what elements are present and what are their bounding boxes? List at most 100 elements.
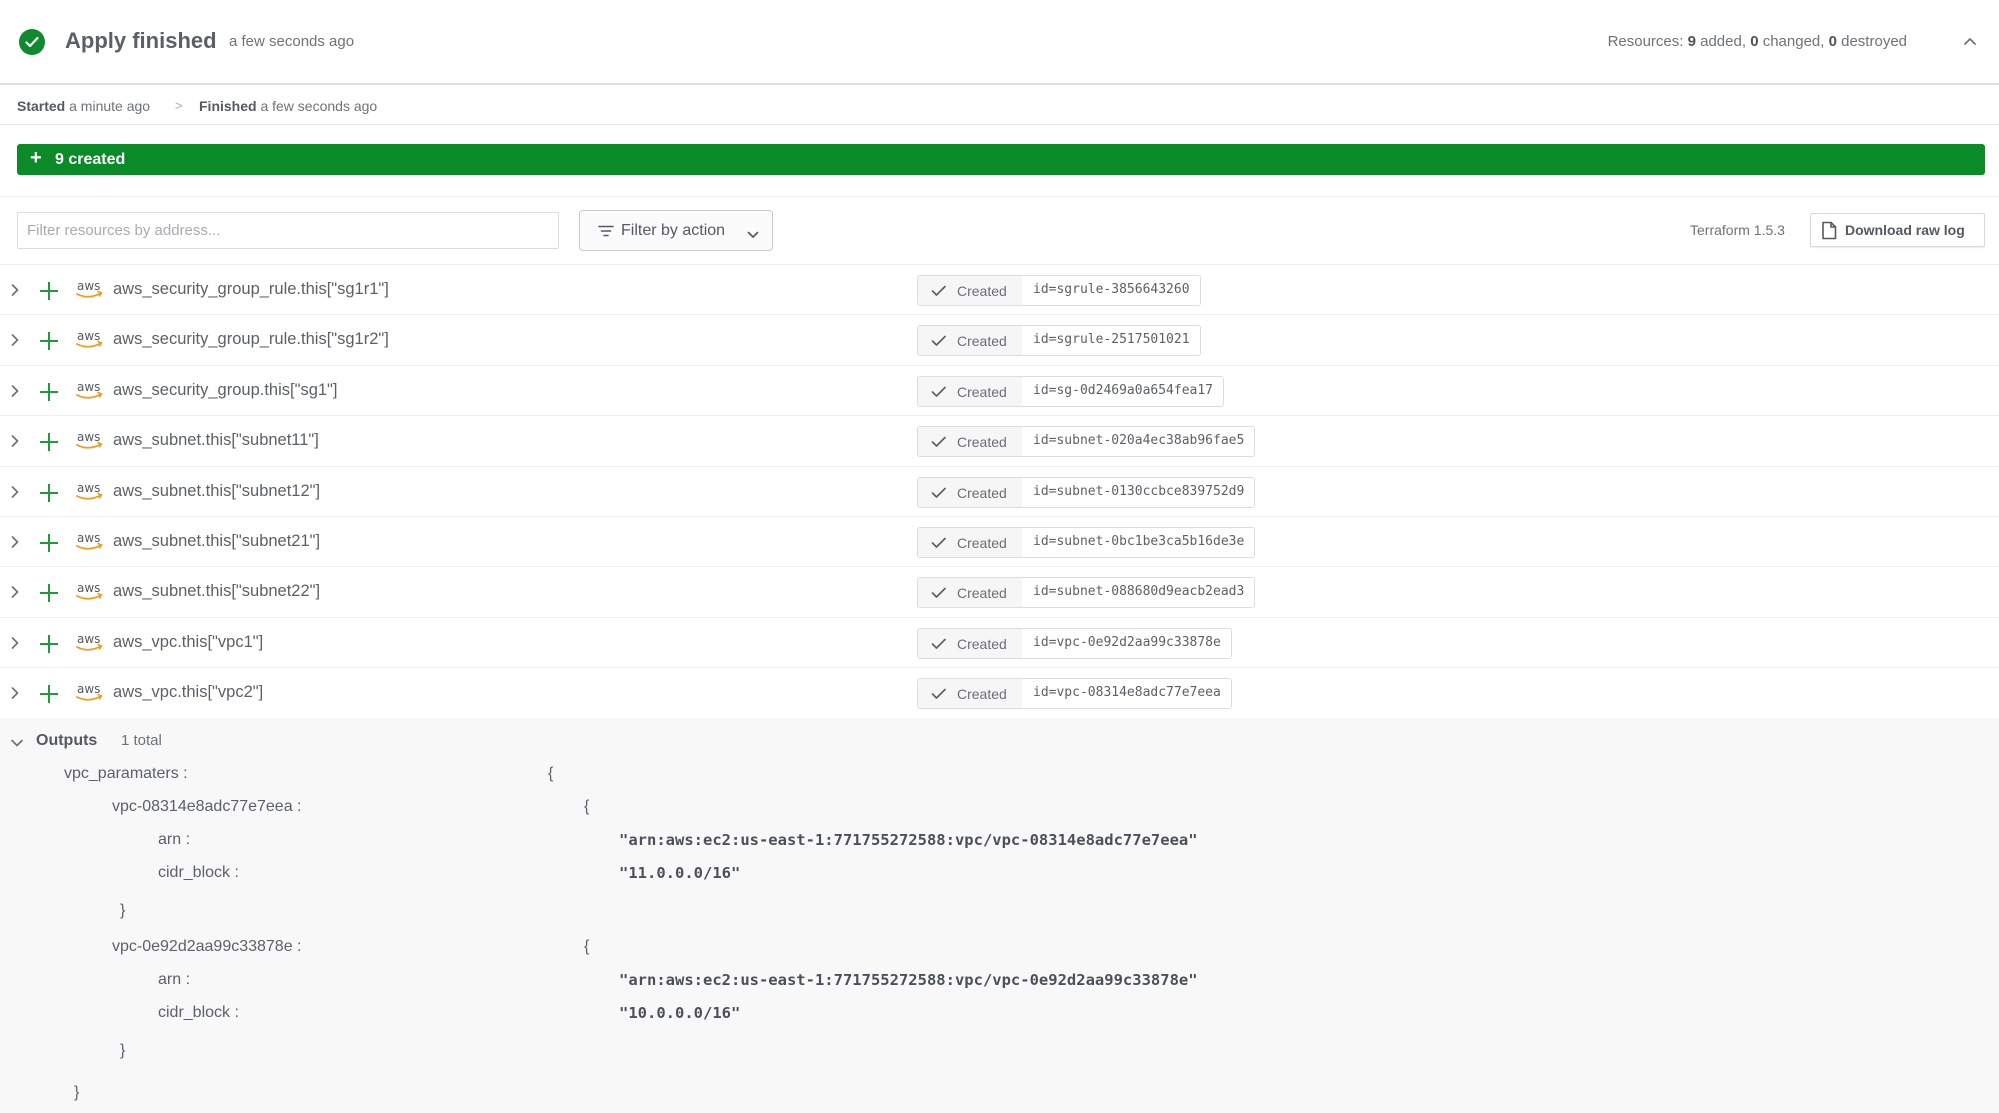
status-created: Created <box>918 376 1022 406</box>
created-summary-bar[interactable]: + 9 created <box>17 144 1985 175</box>
svg-text:aws: aws <box>77 682 100 696</box>
resource-id: id=subnet-0bc1be3ca5b16de3e <box>1022 527 1255 557</box>
finished-label: Finished <box>199 98 257 114</box>
svg-text:aws: aws <box>77 632 100 646</box>
aws-logo-icon: aws <box>75 530 105 554</box>
status-label: Created <box>957 585 1007 602</box>
resource-id: id=subnet-088680d9eacb2ead3 <box>1022 578 1255 608</box>
expand-chevron-right-icon[interactable] <box>10 333 24 347</box>
created-summary-label: 9 created <box>55 151 126 168</box>
status-label: Created <box>957 283 1007 299</box>
resource-row[interactable]: aws aws_subnet.this["subnet11"] Created id=… <box>0 416 1999 467</box>
expand-chevron-right-icon[interactable] <box>10 384 24 398</box>
output-arn-value: "arn:aws:ec2:us-east-1:771755272588:vpc/… <box>619 971 1198 989</box>
resource-address[interactable]: aws_security_group.this["sg1"] <box>113 381 338 400</box>
filter-icon <box>598 224 614 242</box>
aws-logo-icon: aws <box>75 429 105 453</box>
resource-status-badge: Created id=subnet-0bc1be3ca5b16de3e <box>917 526 1256 558</box>
expand-chevron-right-icon[interactable] <box>10 636 24 650</box>
resource-address[interactable]: aws_vpc.this["vpc2"] <box>113 683 263 702</box>
aws-logo-icon: aws <box>75 631 105 655</box>
output-entry-key: vpc-08314e8adc77e7eea : <box>112 798 302 815</box>
status-label: Created <box>957 434 1007 451</box>
output-arn-key: arn : <box>158 831 191 848</box>
create-plus-icon <box>39 533 59 558</box>
status-created: Created <box>918 527 1022 557</box>
svg-text:aws: aws <box>77 380 100 394</box>
run-status-time: a few seconds ago <box>229 33 355 50</box>
output-arn-value: "arn:aws:ec2:us-east-1:771755272588:vpc/… <box>619 831 1198 849</box>
svg-text:aws: aws <box>77 531 100 545</box>
create-plus-icon <box>39 281 59 306</box>
expand-chevron-right-icon[interactable] <box>10 535 24 549</box>
resources-prefix: Resources: <box>1607 33 1684 50</box>
resource-address[interactable]: aws_subnet.this["subnet22"] <box>113 582 320 601</box>
create-plus-icon <box>39 684 59 709</box>
started-label: Started <box>17 98 66 114</box>
resource-status-badge: Created id=vpc-0e92d2aa99c33878e <box>917 627 1232 659</box>
output-root-key: vpc_paramaters : <box>64 765 188 782</box>
resource-address[interactable]: aws_security_group_rule.this["sg1r2"] <box>113 330 389 349</box>
outputs-collapse-chevron-down-icon[interactable] <box>10 735 24 753</box>
svg-text:aws: aws <box>77 329 100 343</box>
download-raw-log-button[interactable]: Download raw log <box>1810 213 1985 247</box>
resource-address[interactable]: aws_subnet.this["subnet12"] <box>113 482 320 501</box>
added-count: 9 <box>1687 33 1696 50</box>
resource-address[interactable]: aws_subnet.this["subnet11"] <box>113 431 319 450</box>
status-label: Created <box>957 484 1007 501</box>
run-timeline-breadcrumb: Started a minute ago > Finished a few se… <box>0 87 1999 125</box>
outputs-title[interactable]: Outputs <box>36 732 97 750</box>
resource-row[interactable]: aws aws_security_group.this["sg1"] Created… <box>0 366 1999 417</box>
svg-text:aws: aws <box>77 481 100 495</box>
create-plus-icon <box>39 483 59 508</box>
output-cidr-key: cidr_block : <box>158 864 239 881</box>
status-created: Created <box>918 326 1022 356</box>
svg-text:aws: aws <box>77 581 100 595</box>
resource-row[interactable]: aws aws_vpc.this["vpc2"] Created id=vpc-083… <box>0 668 1999 719</box>
filter-resources-input[interactable] <box>17 212 559 249</box>
filter-by-action-dropdown[interactable]: Filter by action <box>579 210 773 251</box>
status-created: Created <box>918 578 1022 608</box>
resource-id: id=subnet-0130ccbce839752d9 <box>1022 477 1255 507</box>
svg-text:aws: aws <box>77 430 100 444</box>
resource-address[interactable]: aws_vpc.this["vpc1"] <box>113 633 263 652</box>
expand-chevron-right-icon[interactable] <box>10 434 24 448</box>
collapse-chevron-up-icon[interactable] <box>1962 33 1980 49</box>
terraform-version: Terraform 1.5.3 <box>1690 222 1785 238</box>
changed-label: changed, <box>1762 33 1825 50</box>
aws-logo-icon: aws <box>75 379 105 403</box>
resource-row[interactable]: aws aws_vpc.this["vpc1"] Created id=vpc-0e9… <box>0 618 1999 669</box>
status-label: Created <box>957 383 1007 400</box>
create-plus-icon <box>39 331 59 356</box>
expand-chevron-right-icon[interactable] <box>10 686 24 700</box>
resource-status-badge: Created id=subnet-020a4ec38ab96fae5 <box>917 426 1256 458</box>
success-check-icon <box>19 29 45 55</box>
resource-row[interactable]: aws aws_subnet.this["subnet22"] Created id=… <box>0 567 1999 618</box>
resource-row[interactable]: aws aws_subnet.this["subnet12"] Created id=… <box>0 467 1999 517</box>
outputs-section: Outputs 1 total vpc_paramaters : { vpc-0… <box>0 718 1999 1113</box>
resource-row[interactable]: aws aws_security_group_rule.this["sg1r1"]… <box>0 265 1999 316</box>
status-label: Created <box>957 635 1007 652</box>
resource-id: id=sg-0d2469a0a654fea17 <box>1022 376 1224 406</box>
resource-address[interactable]: aws_subnet.this["subnet21"] <box>113 532 320 551</box>
destroyed-count: 0 <box>1828 33 1837 50</box>
expand-chevron-right-icon[interactable] <box>10 283 24 297</box>
expand-chevron-right-icon[interactable] <box>10 485 24 499</box>
chevron-down-icon <box>747 226 759 244</box>
resource-row[interactable]: aws aws_security_group_rule.this["sg1r2"]… <box>0 315 1999 366</box>
expand-chevron-right-icon[interactable] <box>10 585 24 599</box>
create-plus-icon <box>39 432 59 457</box>
resource-row[interactable]: aws aws_subnet.this["subnet21"] Created id=… <box>0 517 1999 568</box>
close-brace: } <box>120 902 126 919</box>
resource-status-badge: Created id=vpc-08314e8adc77e7eea <box>917 678 1232 710</box>
resource-address[interactable]: aws_security_group_rule.this["sg1r1"] <box>113 280 389 299</box>
added-label: added, <box>1700 33 1747 50</box>
create-plus-icon <box>39 583 59 608</box>
document-icon <box>1821 221 1837 245</box>
resource-status-badge: Created id=sg-0d2469a0a654fea17 <box>917 375 1225 407</box>
started-time: a minute ago <box>69 98 151 114</box>
outputs-count: 1 total <box>121 732 162 749</box>
output-cidr-key: cidr_block : <box>158 1004 239 1021</box>
breadcrumb-started: Started a minute ago <box>17 98 150 114</box>
resource-id: id=vpc-0e92d2aa99c33878e <box>1022 628 1231 658</box>
